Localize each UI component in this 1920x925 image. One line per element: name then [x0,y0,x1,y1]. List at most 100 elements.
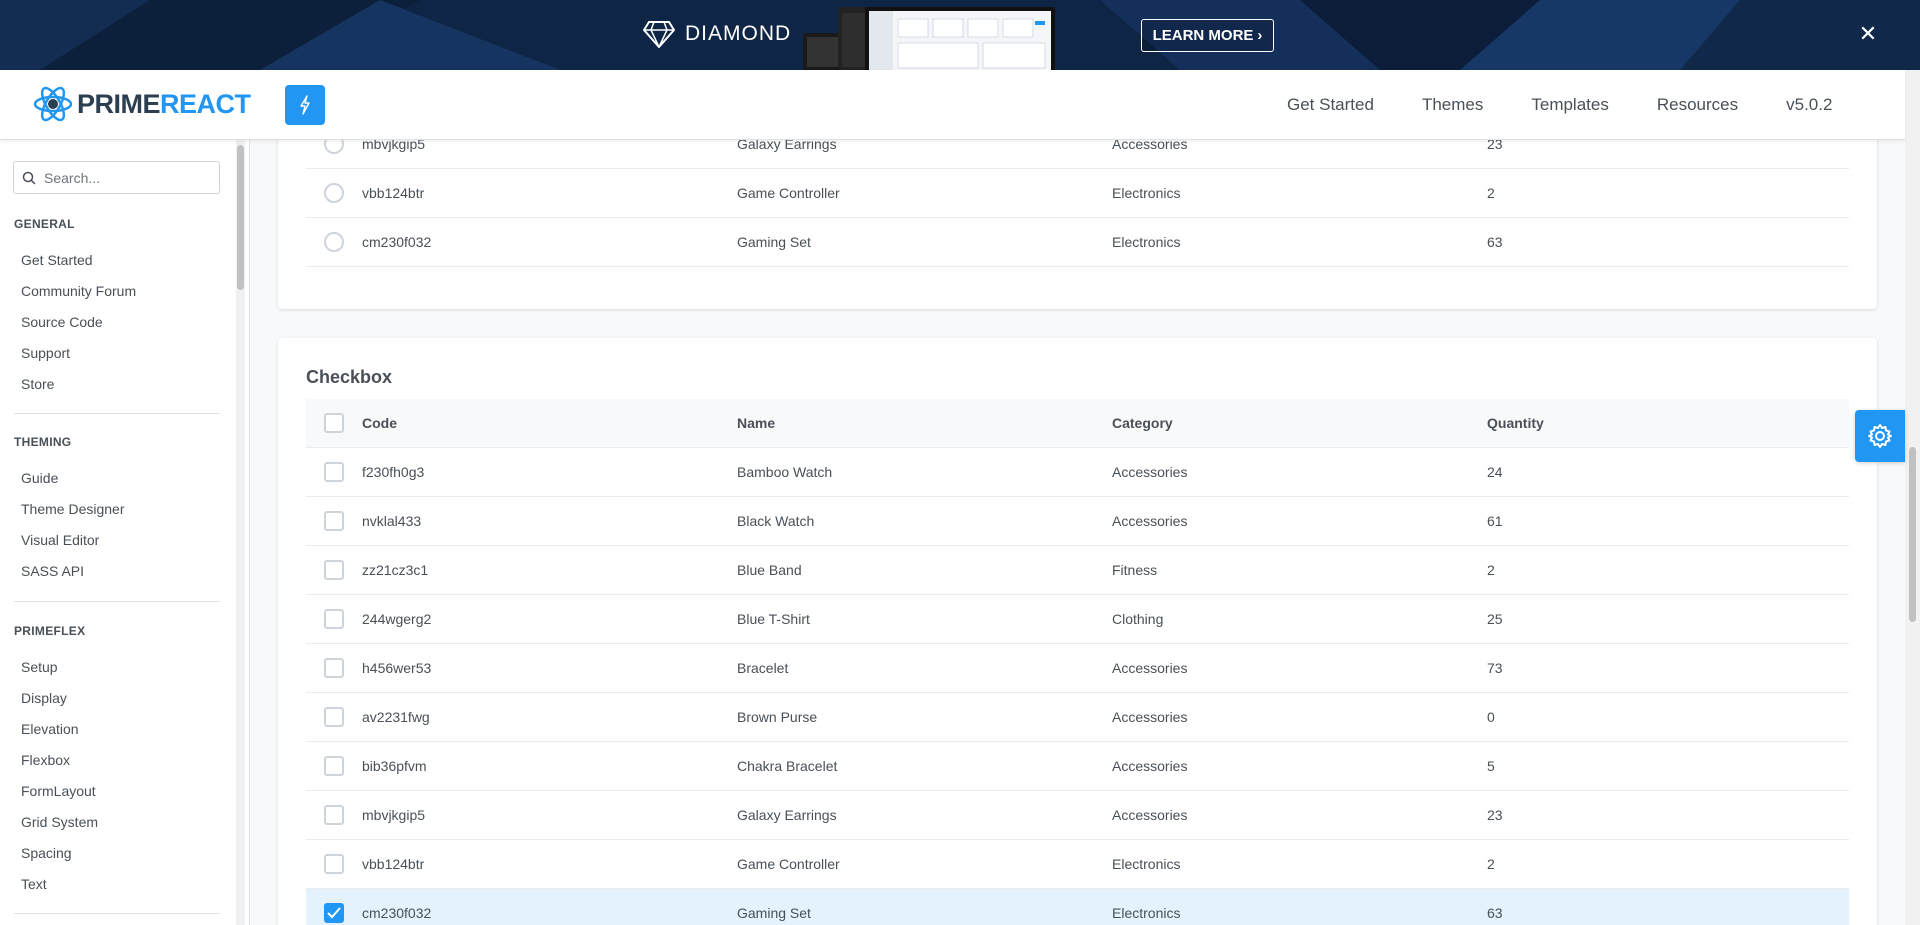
table-row[interactable]: cm230f032 Gaming Set Electronics 63 [306,889,1849,925]
learn-more-label: LEARN MORE [1152,27,1254,44]
table-row[interactable]: vbb124btr Game Controller Electronics 2 [306,840,1849,889]
theme-switcher-button[interactable] [285,85,325,125]
sidebar-item-display[interactable]: Display [21,690,67,706]
table-row[interactable]: zz21cz3c1 Blue Band Fitness 2 [306,546,1849,595]
row-checkbox[interactable] [324,903,344,923]
sidebar-item-visual-editor[interactable]: Visual Editor [21,532,99,548]
sidebar-item-support[interactable]: Support [21,345,70,361]
table-row[interactable]: nvklal433 Black Watch Accessories 61 [306,497,1849,546]
sidebar-item-flexbox[interactable]: Flexbox [21,752,70,768]
cell-name: Gaming Set [737,234,811,250]
cell-category: Accessories [1112,758,1188,774]
table-header: Code Name Category Quantity [306,399,1849,448]
cell-category: Accessories [1112,464,1188,480]
sidebar-item-community-forum[interactable]: Community Forum [21,283,136,299]
table-row[interactable]: bib36pfvm Chakra Bracelet Accessories 5 [306,742,1849,791]
table-row[interactable]: f230fh0g3 Bamboo Watch Accessories 24 [306,448,1849,497]
table-row[interactable]: 244wgerg2 Blue T-Shirt Clothing 25 [306,595,1849,644]
dashboard-preview-image [803,7,1055,70]
sidebar-item-spacing[interactable]: Spacing [21,845,72,861]
row-checkbox[interactable] [324,707,344,727]
sidebar-divider [14,413,220,414]
cell-category: Accessories [1112,660,1188,676]
search-input[interactable] [44,169,204,186]
diamond-logo[interactable]: DIAMOND [643,20,791,48]
nav-templates[interactable]: Templates [1507,95,1632,115]
cell-category: Accessories [1112,807,1188,823]
checkbox-table-card: Checkbox Code Name Category Quantity f23… [278,338,1877,925]
sidebar-item-text[interactable]: Text [21,876,47,892]
row-checkbox[interactable] [324,560,344,580]
table-row[interactable]: vbb124btr Game Controller Electronics 2 [306,169,1849,218]
column-header-code[interactable]: Code [362,415,737,431]
row-radio[interactable] [324,140,344,154]
cell-quantity: 61 [1487,513,1503,529]
row-checkbox[interactable] [324,511,344,531]
checkbox-table: Code Name Category Quantity f230fh0g3 Bam… [306,399,1849,925]
sidebar-scrollbar[interactable] [236,140,245,925]
cell-quantity: 63 [1487,234,1503,250]
sidebar-divider [14,601,220,602]
row-radio[interactable] [324,232,344,252]
radio-table: mbvjkgip5 Galaxy Earrings Accessories 23… [306,140,1849,267]
sidebar-item-grid-system[interactable]: Grid System [21,814,98,830]
select-all-checkbox[interactable] [324,413,344,433]
primereact-logo[interactable]: PRIME REACT [33,84,251,124]
config-button[interactable] [1855,410,1905,462]
close-icon[interactable]: ✕ [1856,22,1880,46]
cell-name: Brown Purse [737,709,818,725]
nav-version[interactable]: v5.0.2 [1762,95,1856,115]
cell-category: Electronics [1112,856,1181,872]
row-checkbox[interactable] [324,854,344,874]
sidebar-item-formlayout[interactable]: FormLayout [21,783,96,799]
table-row[interactable]: cm230f032 Gaming Set Electronics 63 [306,218,1849,267]
sidebar-item-setup[interactable]: Setup [21,659,58,675]
cell-code: nvklal433 [362,513,422,529]
row-checkbox[interactable] [324,658,344,678]
logo-text-react: REACT [160,88,251,119]
row-radio[interactable] [324,183,344,203]
cell-quantity: 2 [1487,185,1495,201]
learn-more-button[interactable]: LEARN MORE › [1141,19,1274,52]
section-heading: Checkbox [306,367,393,387]
nav-resources[interactable]: Resources [1633,95,1762,115]
cell-name: Blue Band [737,562,802,578]
sidebar-item-get-started[interactable]: Get Started [21,252,93,268]
column-header-name[interactable]: Name [737,415,1112,431]
cell-quantity: 2 [1487,856,1495,872]
sidebar-item-guide[interactable]: Guide [21,470,58,486]
row-checkbox[interactable] [324,462,344,482]
page-scrollbar-thumb[interactable] [1909,447,1916,622]
sidebar-item-elevation[interactable]: Elevation [21,721,79,737]
sidebar-item-store[interactable]: Store [21,376,54,392]
column-header-category[interactable]: Category [1112,415,1487,431]
row-checkbox[interactable] [324,805,344,825]
cell-name: Galaxy Earrings [737,807,837,823]
cell-quantity: 23 [1487,140,1503,152]
column-header-quantity[interactable]: Quantity [1487,415,1849,431]
cell-code: bib36pfvm [362,758,427,774]
table-row[interactable]: av2231fwg Brown Purse Accessories 0 [306,693,1849,742]
top-nav: Get Started Themes Templates Resources v… [1267,70,1856,140]
cell-code: cm230f032 [362,234,432,250]
cell-name: Bamboo Watch [737,464,833,480]
table-row[interactable]: mbvjkgip5 Galaxy Earrings Accessories 23 [306,140,1849,169]
cell-quantity: 2 [1487,562,1495,578]
row-checkbox[interactable] [324,609,344,629]
sidebar-item-theme-designer[interactable]: Theme Designer [21,501,125,517]
table-row[interactable]: mbvjkgip5 Galaxy Earrings Accessories 23 [306,791,1849,840]
section-title-theming: THEMING [14,435,72,449]
sidebar-scrollbar-thumb[interactable] [237,145,244,290]
nav-themes[interactable]: Themes [1398,95,1507,115]
cell-code: mbvjkgip5 [362,140,426,152]
row-checkbox[interactable] [324,756,344,776]
sidebar-item-source-code[interactable]: Source Code [21,314,103,330]
sidebar-item-sass-api[interactable]: SASS API [21,563,84,579]
table-row[interactable]: h456wer53 Bracelet Accessories 73 [306,644,1849,693]
page-scrollbar[interactable] [1905,70,1920,925]
main-content: mbvjkgip5 Galaxy Earrings Accessories 23… [250,140,1905,925]
gear-icon [1868,424,1892,448]
cell-category: Clothing [1112,611,1164,627]
cell-category: Electronics [1112,185,1181,201]
nav-get-started[interactable]: Get Started [1267,95,1398,115]
